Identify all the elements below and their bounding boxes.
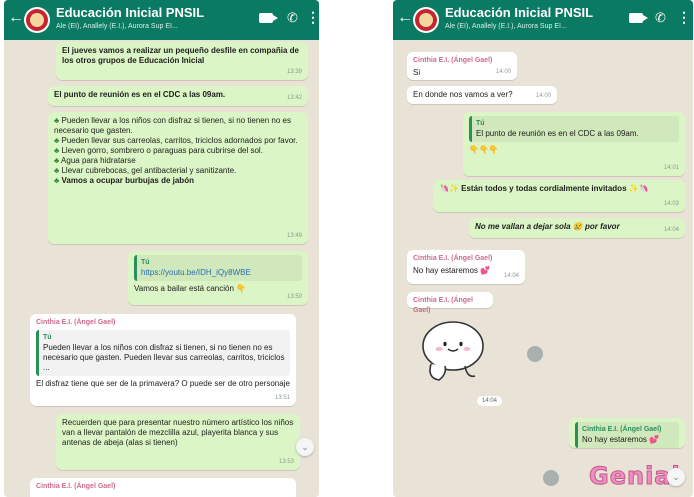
message-bubble[interactable]: No me vallan a dejar sola 😢 por favor 14… [469, 218, 685, 238]
message-bubble[interactable]: Cinthia E.I. (Ángel Gael) [407, 292, 493, 314]
youtube-link[interactable]: https://youtu.be/IDH_iQy8WBE [141, 268, 251, 277]
message-text: 🦄✨ Están todos y todas cordialmente invi… [439, 184, 649, 193]
forward-icon[interactable] [543, 470, 559, 486]
group-title[interactable]: Educación Inicial PNSIL [445, 5, 593, 20]
message-bubble[interactable]: Cinthia E.I. (Ángel Gael) [30, 478, 296, 497]
back-arrow-icon[interactable]: ← [397, 10, 413, 26]
message-time: 14:00 [495, 69, 511, 75]
sender-name[interactable]: Cinthia E.I. (Ángel Gael) [413, 296, 487, 316]
group-members: Ale (EI), Anallely (E.I.), Aurora Sup EI… [445, 23, 567, 30]
clover-icon: ♣ [54, 146, 60, 155]
scroll-down-icon[interactable]: ⌄ [667, 468, 685, 486]
quoted-message[interactable]: Tú El punto de reunión es en el CDC a la… [469, 116, 679, 142]
message-bubble[interactable]: Cinthia E.I. (Ángel Gael) Tú Pueden llev… [30, 314, 296, 406]
quoted-message[interactable]: Tú Pueden llevar a los niños con disfraz… [36, 330, 290, 376]
group-avatar[interactable] [413, 7, 439, 33]
clover-icon: ♣ [54, 176, 60, 185]
message-bubble[interactable]: El jueves vamos a realizar un pequeño de… [56, 42, 308, 80]
message-bubble[interactable]: Tú El punto de reunión es en el CDC a la… [463, 112, 685, 176]
message-time: 13:39 [286, 69, 302, 75]
smiling-sticker[interactable] [417, 316, 489, 386]
message-bubble[interactable]: ♣ Pueden llevar a los niños con disfraz … [48, 112, 308, 244]
message-bubble[interactable]: Cinthia E.I. (Ángel Gael) No hay estarem… [407, 250, 525, 284]
quoted-message[interactable]: Cinthia E.I. (Ángel Gael) No hay estarem… [575, 422, 679, 448]
list-item: ♣ Vamos a ocupar burbujas de jabón [54, 176, 194, 185]
list-item: ♣ Pueden llevar a los niños con disfraz … [54, 116, 291, 135]
phone-call-icon[interactable]: ✆ [287, 10, 298, 26]
message-time: 14:04 [503, 273, 519, 279]
video-call-icon[interactable] [629, 13, 648, 23]
message-time: 14:04 [663, 227, 679, 233]
sender-name[interactable]: Cinthia E.I. (Ángel Gael) [36, 318, 290, 328]
menu-dots-icon[interactable]: ⋮ [306, 9, 319, 26]
message-time: 13:53 [278, 459, 294, 465]
chat-screen-right: ← Educación Inicial PNSIL Ale (EI), Anal… [393, 0, 693, 497]
quoted-message[interactable]: Tú https://youtu.be/IDH_iQy8WBE [134, 255, 302, 281]
clover-icon: ♣ [54, 156, 60, 165]
video-call-icon[interactable] [259, 13, 278, 23]
message-text: Recuerden que para presentar nuestro núm… [62, 418, 294, 447]
message-bubble[interactable]: 🦄✨ Están todos y todas cordialmente invi… [433, 180, 685, 212]
pointing-down-emoji: 👇👇👇 [469, 145, 499, 154]
message-time: 13:51 [274, 395, 290, 401]
group-members: Ale (EI), Anallely (E.I.), Aurora Sup EI… [56, 23, 178, 30]
pointing-down-emoji: 👇 [236, 284, 247, 293]
menu-dots-icon[interactable]: ⋮ [677, 9, 691, 26]
message-time: 14:03 [663, 201, 679, 207]
message-text: En donde nos vamos a ver? [413, 90, 513, 99]
message-text: El disfraz tiene que ser de la primavera… [36, 379, 290, 388]
scroll-down-icon[interactable]: ⌄ [296, 438, 314, 456]
sender-name[interactable]: Cinthia E.I. (Ángel Gael) [413, 56, 511, 66]
chat-screen-left: ← Educación Inicial PNSIL Ale (EI), Anal… [4, 0, 319, 497]
message-text: Si [413, 68, 421, 77]
message-time: 14:01 [663, 165, 679, 171]
forward-icon[interactable] [527, 346, 543, 362]
chat-header[interactable]: ← Educación Inicial PNSIL Ale (EI), Anal… [4, 0, 319, 40]
message-bubble[interactable]: Cinthia E.I. (Ángel Gael) Si 14:00 [407, 52, 517, 80]
list-item: ♣ Pueden llevar sus carreolas, carritos,… [54, 136, 298, 145]
sender-name[interactable]: Cinthia E.I. (Ángel Gael) [413, 254, 519, 264]
phone-call-icon[interactable]: ✆ [655, 10, 666, 26]
message-bubble[interactable]: Recuerden que para presentar nuestro núm… [56, 414, 300, 470]
clover-icon: ♣ [54, 166, 60, 175]
message-text: No hay estaremos 💕 [413, 266, 491, 275]
message-bubble[interactable]: Cinthia E.I. (Ángel Gael) No hay estarem… [569, 418, 685, 448]
message-time: 13:42 [286, 95, 302, 101]
list-item: ♣ Lleven gorro, sombrero o paraguas para… [54, 146, 263, 155]
sender-name[interactable]: Cinthia E.I. (Ángel Gael) [36, 482, 290, 492]
back-arrow-icon[interactable]: ← [8, 10, 24, 26]
chat-header[interactable]: ← Educación Inicial PNSIL Ale (EI), Anal… [393, 0, 693, 40]
group-avatar[interactable] [24, 7, 50, 33]
message-time: 13:50 [286, 294, 302, 300]
list-item: ♣ Agua para hidratarse [54, 156, 136, 165]
message-text: El jueves vamos a realizar un pequeño de… [62, 46, 299, 65]
clover-icon: ♣ [54, 136, 60, 145]
clover-icon: ♣ [54, 116, 60, 125]
message-bubble[interactable]: El punto de reunión es en el CDC a las 0… [48, 86, 308, 106]
message-text: El punto de reunión es en el CDC a las 0… [54, 90, 226, 99]
message-text: Vamos a bailar está canción [134, 284, 234, 293]
message-bubble[interactable]: Tú https://youtu.be/IDH_iQy8WBE Vamos a … [128, 251, 308, 305]
list-item: ♣ Llevar cubrebocas, gel antibacterial y… [54, 166, 237, 175]
message-time: 14:00 [535, 93, 551, 99]
message-bubble[interactable]: En donde nos vamos a ver? 14:00 [407, 86, 557, 104]
message-time: 13:49 [286, 233, 302, 239]
group-title[interactable]: Educación Inicial PNSIL [56, 5, 204, 20]
message-time: 14:04 [477, 396, 503, 406]
message-text: No me vallan a dejar sola 😢 por favor [475, 222, 620, 231]
